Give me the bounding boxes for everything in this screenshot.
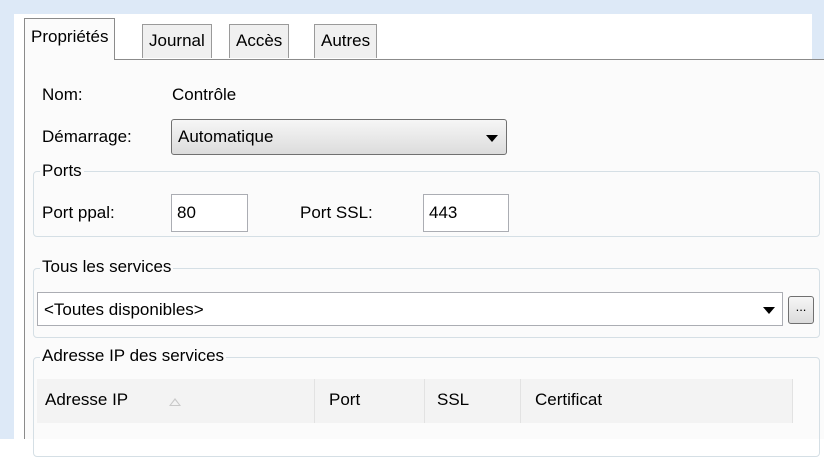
tab-label: Journal [149, 31, 205, 50]
column-port[interactable]: Port [315, 379, 425, 423]
column-label: Adresse IP [45, 390, 129, 409]
tab-access[interactable]: Accès [229, 24, 290, 58]
main-port-input[interactable] [172, 195, 247, 231]
window-frame-left [0, 12, 14, 439]
ellipsis-icon: ... [795, 299, 807, 314]
column-ssl[interactable]: SSL [425, 379, 521, 423]
window-frame-top [0, 0, 824, 14]
startup-dropdown-value: Automatique [178, 127, 274, 146]
ssl-port-input[interactable] [424, 195, 508, 231]
column-label: Port [329, 390, 361, 409]
services-more-button[interactable]: ... [788, 296, 814, 324]
column-certificate[interactable]: Certificat [521, 379, 793, 423]
column-label: SSL [437, 390, 470, 409]
tab-label: Accès [236, 31, 283, 50]
startup-label: Démarrage: [42, 127, 132, 146]
ssl-port-field[interactable] [423, 194, 509, 232]
properties-panel: Nom: Contrôle Démarrage: Automatique Por… [24, 59, 824, 457]
column-label: Certificat [535, 390, 603, 409]
tab-properties[interactable]: Propriétés [24, 18, 116, 60]
ip-services-group-title: Adresse IP des services [40, 346, 227, 366]
name-value: Contrôle [172, 85, 237, 104]
tab-journal[interactable]: Journal [142, 24, 212, 58]
main-port-label: Port ppal: [42, 203, 115, 222]
startup-dropdown[interactable]: Automatique [171, 119, 507, 155]
chevron-down-icon [763, 307, 775, 314]
services-group-title: Tous les services [40, 257, 174, 277]
ip-services-table-header: Adresse IP Port SSL Certificat [37, 379, 819, 423]
tab-label: Autres [321, 31, 371, 50]
ports-group-title: Ports [40, 161, 84, 181]
chevron-down-icon [486, 135, 498, 142]
main-port-field[interactable] [171, 194, 248, 232]
column-ip-address[interactable]: Adresse IP [37, 379, 315, 423]
name-label: Nom: [42, 85, 83, 104]
services-dropdown[interactable]: <Toutes disponibles> [37, 292, 783, 326]
tab-label: Propriétés [31, 27, 109, 46]
column-filler [793, 379, 819, 423]
tab-others[interactable]: Autres [314, 24, 378, 58]
ssl-port-label: Port SSL: [300, 203, 373, 222]
services-dropdown-value: <Toutes disponibles> [44, 300, 204, 319]
sort-ascending-icon [169, 398, 181, 406]
